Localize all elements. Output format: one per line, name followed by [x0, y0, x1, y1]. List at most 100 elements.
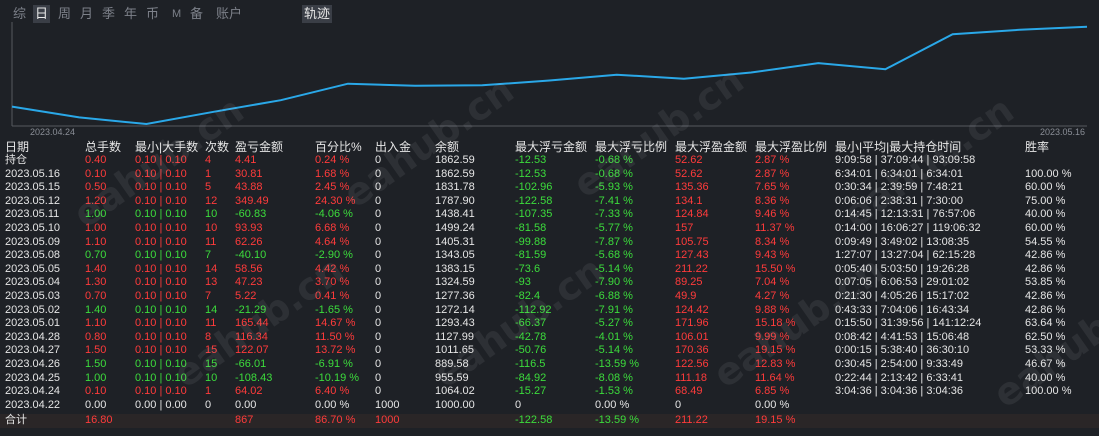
cell-pnl: 43.88: [235, 181, 263, 194]
cell-max-drawdown-pct: -7.33 %: [595, 208, 633, 221]
column-header-hold-time[interactable]: 最小|平均|最大持仓时间: [835, 140, 961, 154]
cell-max-drawdown-pct: -5.14 %: [595, 344, 633, 357]
cell-max-float-profit: 170.36: [675, 344, 709, 357]
cell-max-float-profit: 134.1: [675, 194, 703, 207]
table-row[interactable]: 2023.05.08 0.70 0.10 | 0.10 7 -40.10 -2.90 % 0…: [0, 249, 1099, 263]
cell-win-rate: 60.00 %: [1025, 181, 1066, 194]
cell-max-drawdown: -15.27: [515, 385, 547, 398]
column-header-max-drawdown[interactable]: 最大浮亏金额: [515, 140, 587, 154]
x-start-tick-label: 2023.04.24: [30, 127, 75, 137]
cell-date: 2023.05.09: [5, 235, 61, 248]
cell-percent: -1.65 %: [315, 303, 353, 316]
cell-max-drawdown: -93: [515, 276, 531, 289]
cell-pnl: 867: [235, 414, 254, 427]
cell-deposit-withdraw: 0: [375, 154, 382, 166]
cell-max-float-profit: 124.42: [675, 303, 709, 316]
tab-quarter[interactable]: 季: [102, 5, 115, 23]
total-row[interactable]: 合计 16.80 867 86.70 % 1000 -122.58 -13.59 % 211.…: [0, 414, 1099, 428]
cell-win-rate: 40.00 %: [1025, 371, 1066, 384]
cell-deposit-withdraw: 0: [375, 249, 382, 262]
column-header-total-lots[interactable]: 总手数: [85, 140, 121, 154]
cell-balance: 1011.65: [435, 344, 474, 357]
cell-max-float-profit: 157: [675, 222, 694, 234]
table-row[interactable]: 2023.04.24 0.10 0.10 | 0.10 1 64.02 6.40 % 0 10…: [0, 385, 1099, 399]
cell-max-drawdown: -50.76: [515, 344, 547, 357]
column-header-pnl[interactable]: 盈亏金额: [235, 140, 283, 154]
cell-date: 2023.04.26: [5, 358, 61, 370]
column-header-percent[interactable]: 百分比%: [315, 140, 362, 154]
tab-year[interactable]: 年: [124, 5, 137, 23]
tab-magic[interactable]: M: [172, 5, 181, 23]
column-header-max-float-profit-pct[interactable]: 最大浮盈比例: [755, 140, 827, 154]
cell-balance: 1343.05: [435, 249, 475, 262]
tab-month[interactable]: 月: [80, 5, 93, 23]
cell-hold-time: 0:30:34 | 2:39:59 | 7:48:21: [835, 181, 964, 194]
column-header-deposit-withdraw[interactable]: 出入金: [375, 140, 411, 154]
cell-min-max-lots: 0.10 | 0.10: [135, 303, 187, 316]
balance-line-chart: 2023.04.24 2023.05.16: [11, 22, 1088, 137]
cell-max-float-profit-pct: 9.43 %: [755, 249, 790, 262]
table-row[interactable]: 2023.05.12 1.20 0.10 | 0.10 12 349.49 24.30 %…: [0, 195, 1099, 209]
table-row[interactable]: 2023.05.09 1.10 0.10 | 0.10 11 62.26 4.64 % 0 1…: [0, 236, 1099, 250]
cell-max-float-profit-pct: 15.50 %: [755, 262, 796, 275]
cell-hold-time: 0:00:15 | 5:38:40 | 36:30:10: [835, 344, 970, 357]
cell-min-max-lots: 0.10 | 0.10: [135, 154, 187, 166]
cell-date: 2023.04.25: [5, 371, 61, 384]
column-header-trade-count[interactable]: 次数: [205, 140, 229, 154]
cell-max-float-profit-pct: 9.46 %: [755, 208, 790, 221]
table-row[interactable]: 2023.05.05 1.40 0.10 | 0.10 14 58.56 4.42 % 0 1…: [0, 263, 1099, 277]
table-row[interactable]: 2023.04.22 0.00 0.00 | 0.00 0 0.00 0.00 % 1000…: [0, 399, 1099, 413]
cell-max-drawdown-pct: -13.59 %: [595, 358, 640, 370]
table-row[interactable]: 2023.05.02 1.40 0.10 | 0.10 14 -21.29 -1.65 %…: [0, 304, 1099, 318]
table-row[interactable]: 2023.04.28 0.80 0.10 | 0.10 8 116.34 11.50 % 0…: [0, 331, 1099, 345]
tab-day[interactable]: 日: [33, 5, 51, 23]
cell-max-float-profit-pct: 6.85 %: [755, 385, 790, 398]
cell-win-rate: 53.33 %: [1025, 344, 1066, 357]
cell-max-float-profit: 106.01: [675, 330, 709, 343]
column-header-balance[interactable]: 余额: [435, 140, 459, 154]
table-header-row[interactable]: 日期 总手数 最小|大手数 次数 盈亏金额 百分比% 出入金 余额 最大浮亏金额 最大浮亏比例 最大…: [0, 140, 1099, 154]
cell-max-drawdown: -12.53: [515, 154, 547, 166]
holding-row[interactable]: 持仓 0.40 0.10 | 0.10 4 4.41 0.24 % 0 1862.59 -12.…: [0, 154, 1099, 168]
cell-pnl: 58.56: [235, 262, 263, 275]
column-header-max-float-profit[interactable]: 最大浮盈金额: [675, 140, 747, 154]
tab-currency[interactable]: 币: [146, 5, 159, 23]
tab-track[interactable]: 轨迹: [302, 5, 333, 23]
column-header-win-rate[interactable]: 胜率: [1025, 140, 1049, 154]
table-row[interactable]: 2023.05.03 0.70 0.10 | 0.10 7 5.22 0.41 % 0 127…: [0, 290, 1099, 304]
cell-max-float-profit: 49.9: [675, 290, 697, 302]
cell-balance: 1383.15: [435, 262, 475, 275]
cell-percent: 14.67 %: [315, 317, 356, 330]
column-header-max-drawdown-pct[interactable]: 最大浮亏比例: [595, 140, 667, 154]
cell-total-lots: 1.10: [85, 317, 107, 330]
cell-hold-time: 0:07:05 | 6:06:53 | 29:01:02: [835, 276, 970, 289]
cell-hold-time: 0:05:40 | 5:03:50 | 19:26:28: [835, 262, 970, 275]
cell-pnl: 116.34: [235, 330, 268, 343]
cell-deposit-withdraw: 0: [375, 371, 382, 384]
cell-total-lots: 0.10: [85, 385, 107, 398]
table-row[interactable]: 2023.05.15 0.50 0.10 | 0.10 5 43.88 2.45 % 0 18…: [0, 181, 1099, 195]
tab-week[interactable]: 周: [58, 5, 71, 23]
cell-win-rate: 63.64 %: [1025, 317, 1066, 330]
table-row[interactable]: 2023.04.26 1.50 0.10 | 0.10 15 -66.01 -6.91 %…: [0, 358, 1099, 372]
cell-pnl: 122.07: [235, 344, 269, 357]
table-row[interactable]: 2023.04.27 1.50 0.10 | 0.10 15 122.07 13.72 %…: [0, 344, 1099, 358]
table-row[interactable]: 2023.04.25 1.00 0.10 | 0.10 10 -108.43 -10.19…: [0, 372, 1099, 386]
tab-summary[interactable]: 综: [13, 5, 26, 23]
table-row[interactable]: 2023.05.01 1.10 0.10 | 0.10 11 165.44 14.67 %…: [0, 317, 1099, 331]
tab-note[interactable]: 备: [190, 5, 203, 23]
column-header-date[interactable]: 日期: [5, 140, 29, 154]
cell-max-float-profit-pct: 11.37 %: [755, 222, 795, 234]
table-row[interactable]: 2023.05.16 0.10 0.10 | 0.10 1 30.81 1.68 % 0 18…: [0, 168, 1099, 182]
cell-min-max-lots: 0.10 | 0.10: [135, 330, 187, 343]
table-row[interactable]: 2023.05.04 1.30 0.10 | 0.10 13 47.23 3.70 % 0 1…: [0, 276, 1099, 290]
table-row[interactable]: 2023.05.11 1.00 0.10 | 0.10 10 -60.83 -4.06 %…: [0, 208, 1099, 222]
table-row[interactable]: 2023.05.10 1.00 0.10 | 0.10 10 93.93 6.68 % 0 1…: [0, 222, 1099, 236]
cell-max-drawdown: 0: [515, 398, 522, 411]
cell-max-float-profit: 68.49: [675, 385, 703, 398]
cell-balance: 1499.24: [435, 222, 475, 234]
cell-pnl: 5.22: [235, 290, 257, 302]
column-header-min-max-lots[interactable]: 最小|大手数: [135, 140, 198, 154]
tab-account[interactable]: 账户: [216, 5, 242, 23]
cell-percent: 86.70 %: [315, 414, 356, 427]
